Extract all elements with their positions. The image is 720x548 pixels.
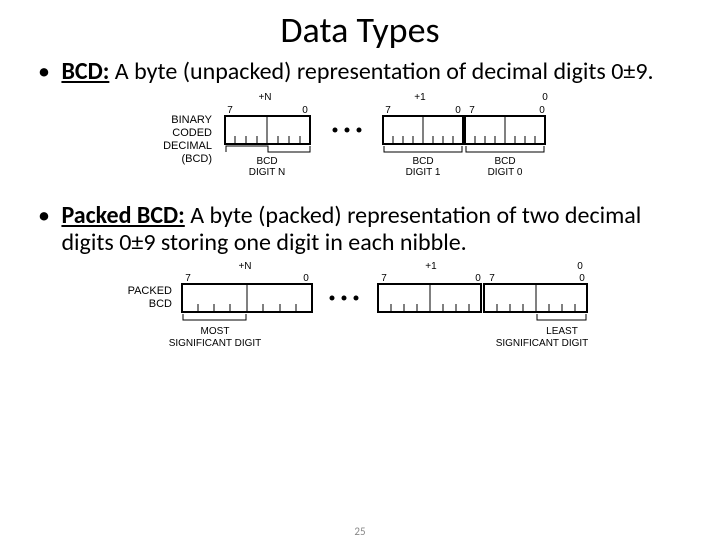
sigdigit-label: SIGNIFICANT DIGIT (169, 338, 262, 349)
top-plus1: +1 (425, 261, 437, 272)
bit7: 7 (227, 105, 233, 116)
bit0: 0 (579, 273, 585, 284)
top-plusN: +N (238, 261, 251, 272)
bullet-label: Packed BCD: (61, 201, 184, 230)
bullet-text: BCD: A byte (unpacked) representation of… (61, 58, 661, 86)
bcd-label: BCD (494, 156, 515, 167)
most-label: MOST (201, 326, 230, 337)
bit0: 0 (539, 105, 545, 116)
side-label: BINARY (171, 114, 212, 126)
digit1-label: DIGIT 1 (406, 167, 441, 178)
bullet-dot: • (38, 202, 56, 230)
bullet-bcd: • BCD: A byte (unpacked) representation … (38, 58, 682, 86)
sigdigit-label: SIGNIFICANT DIGIT (496, 338, 589, 349)
top-zero: 0 (542, 92, 548, 103)
bit0: 0 (303, 273, 309, 284)
bullet-label: BCD: (61, 57, 109, 86)
top-zero: 0 (577, 261, 583, 272)
top-plusN: +N (258, 92, 271, 103)
bit0: 0 (302, 105, 308, 116)
least-label: LEAST (546, 326, 578, 337)
side-label: BCD (149, 298, 172, 310)
diagram-bcd: BINARY CODED DECIMAL (BCD) +N 7 0 BCD DI… (0, 88, 720, 188)
side-label: PACKED (128, 285, 172, 297)
digitN-label: DIGIT N (249, 167, 285, 178)
page-title: Data Types (0, 8, 720, 52)
bcd-label: BCD (412, 156, 433, 167)
bit7: 7 (185, 273, 191, 284)
bit7: 7 (469, 105, 475, 116)
bit7: 7 (489, 273, 495, 284)
page-number: 25 (0, 525, 720, 538)
bullet-body: A byte (unpacked) representation of deci… (109, 57, 653, 86)
bit7: 7 (381, 273, 387, 284)
digit0-label: DIGIT 0 (488, 167, 523, 178)
bullet-text: Packed BCD: A byte (packed) representati… (61, 202, 661, 257)
side-label: CODED (172, 127, 212, 139)
side-label: DECIMAL (163, 140, 212, 152)
bullet-packed-bcd: • Packed BCD: A byte (packed) representa… (38, 202, 682, 257)
side-label: (BCD) (181, 153, 212, 165)
bullet-dot: • (38, 58, 56, 86)
bit7: 7 (385, 105, 391, 116)
bit0: 0 (475, 273, 481, 284)
diagram-packed-bcd: PACKED BCD +N 7 0 MOST SIGNIFICANT DIGIT… (0, 259, 720, 364)
bcd-label: BCD (256, 156, 277, 167)
top-plus1: +1 (414, 92, 426, 103)
bit0: 0 (455, 105, 461, 116)
